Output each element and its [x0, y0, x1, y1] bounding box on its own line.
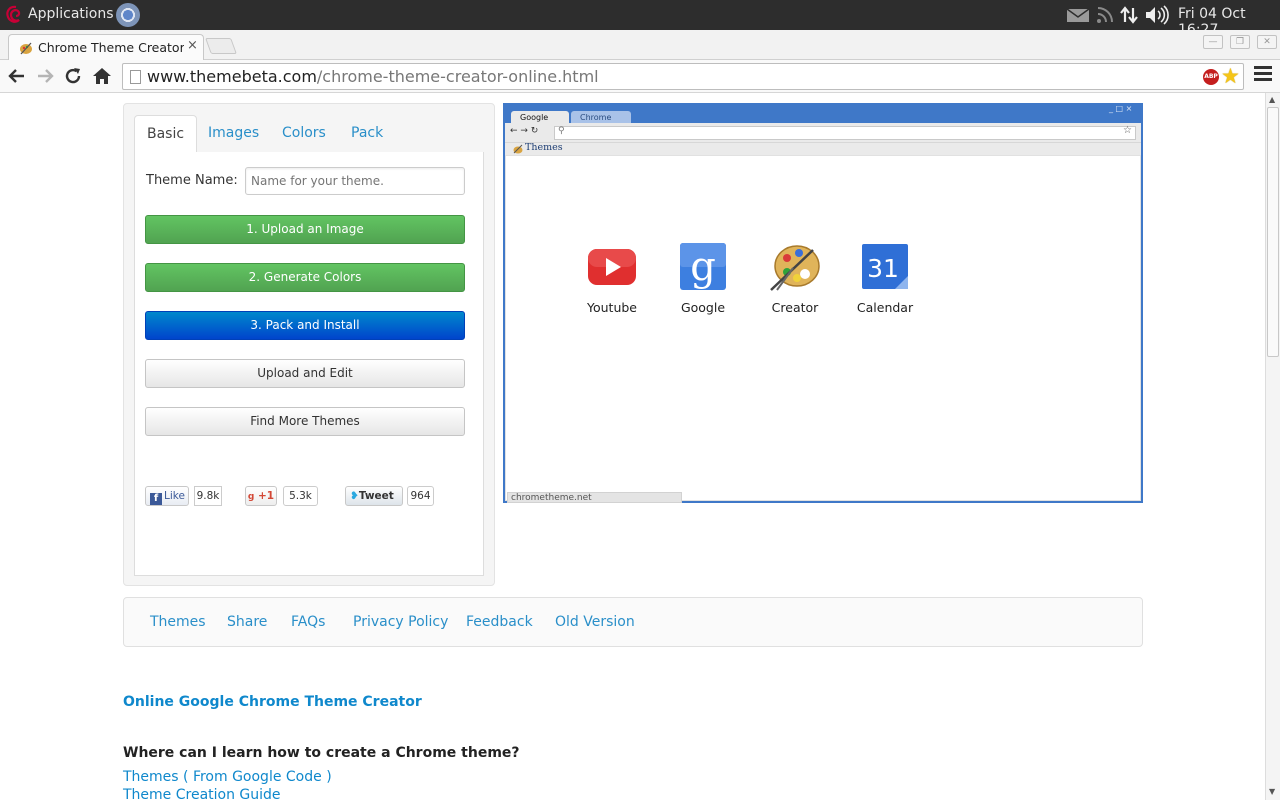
address-bar[interactable]: www.themebeta.com/chrome-theme-creator-o…	[122, 63, 1244, 90]
pack-install-button[interactable]: 3. Pack and Install	[145, 311, 465, 340]
new-tab-button[interactable]	[205, 38, 237, 54]
home-icon	[93, 68, 111, 84]
facebook-like-button[interactable]: f Like	[145, 486, 189, 506]
facebook-icon: f	[150, 493, 162, 505]
tab-colors[interactable]: Colors	[282, 115, 326, 153]
volume-icon[interactable]	[1144, 5, 1170, 25]
preview-tabstrip: Google Chrome _ □ ×	[505, 104, 1141, 124]
facebook-like-count: 9.8k	[194, 486, 222, 506]
preview-search-icon: ⚲	[558, 126, 565, 136]
youtube-icon	[588, 249, 636, 285]
footer-link-old-version[interactable]: Old Version	[555, 614, 635, 630]
preview-omnibox: ⚲ ☆	[554, 125, 1136, 140]
forward-button[interactable]	[34, 65, 56, 87]
footer-link-share[interactable]: Share	[227, 614, 267, 630]
footer-link-feedback[interactable]: Feedback	[466, 614, 533, 630]
svg-text:31: 31	[867, 254, 899, 283]
twitter-bird-icon: ❥	[350, 490, 359, 502]
home-button[interactable]	[91, 65, 113, 87]
paint-palette-icon	[770, 245, 820, 291]
arrow-right-icon	[38, 69, 54, 83]
footer-link-faqs[interactable]: FAQs	[291, 614, 325, 630]
scroll-up-arrow-icon[interactable]: ▲	[1269, 95, 1275, 104]
reload-icon	[65, 68, 81, 84]
close-window-button[interactable]: ✕	[1257, 35, 1277, 49]
app-youtube: Youtube	[572, 242, 652, 315]
vertical-scrollbar[interactable]: ▲ ▼	[1265, 93, 1280, 800]
system-panel: Applications Fri 04 Oct 16:27	[0, 0, 1280, 38]
app-creator: Creator	[755, 242, 835, 315]
svg-text:g: g	[690, 244, 716, 290]
paint-palette-favicon-icon	[20, 42, 32, 55]
link-theme-creation-guide[interactable]: Theme Creation Guide	[123, 787, 281, 803]
google-plus-icon: g	[247, 492, 255, 502]
tweet-button[interactable]: ❥Tweet	[345, 486, 403, 506]
app-google: g Google	[663, 242, 743, 315]
faq-question: Where can I learn how to create a Chrome…	[123, 745, 520, 761]
article-title[interactable]: Online Google Chrome Theme Creator	[123, 694, 422, 710]
tab-basic[interactable]: Basic	[134, 115, 198, 153]
preview-window-controls: _ □ ×	[1109, 104, 1133, 113]
google-plusone-button[interactable]: g +1	[245, 486, 277, 506]
footer-link-privacy-policy[interactable]: Privacy Policy	[353, 614, 448, 630]
tweet-count: 964	[407, 486, 434, 506]
preview-star-icon: ☆	[1123, 125, 1132, 136]
upload-image-button[interactable]: 1. Upload an Image	[145, 215, 465, 244]
close-tab-icon[interactable]: ×	[187, 38, 198, 53]
page-icon	[130, 70, 141, 84]
adblock-plus-icon[interactable]: ABP	[1203, 69, 1219, 85]
theme-name-input[interactable]	[245, 167, 465, 195]
footer-link-themes[interactable]: Themes	[150, 614, 206, 630]
editor-tabs: Basic Images Colors Pack	[134, 115, 484, 153]
minimize-window-button[interactable]: —	[1203, 35, 1223, 49]
google-icon: g	[680, 243, 726, 290]
chromium-launcher-icon[interactable]	[116, 3, 140, 27]
rss-feed-icon[interactable]	[1096, 5, 1114, 25]
preview-status-bar: chrometheme.net	[507, 492, 682, 503]
url-text[interactable]: www.themebeta.com/chrome-theme-creator-o…	[147, 67, 599, 86]
browser-tabstrip: Chrome Theme Creator × — ❐ ✕	[0, 30, 1280, 60]
debian-logo-icon[interactable]	[4, 4, 24, 26]
preview-bookmark-bar: Themes	[505, 142, 1141, 155]
applications-menu[interactable]: Applications	[28, 6, 114, 22]
preview-nav-icons: ← → ↻	[510, 126, 539, 136]
theme-preview: Google Chrome _ □ × ← → ↻ ⚲ ☆ Themes You…	[503, 103, 1143, 503]
network-transfer-icon[interactable]	[1120, 5, 1138, 25]
google-plusone-count: 5.3k	[283, 486, 318, 506]
maximize-window-button[interactable]: ❐	[1230, 35, 1250, 49]
tab-chrome-theme-creator[interactable]: Chrome Theme Creator ×	[8, 34, 204, 60]
theme-name-label: Theme Name:	[146, 173, 238, 188]
basic-tab-pane: Theme Name: 1. Upload an Image 2. Genera…	[134, 152, 484, 576]
tab-images[interactable]: Images	[208, 115, 259, 153]
preview-bookmark-favicon-icon	[513, 144, 523, 154]
arrow-left-icon	[8, 69, 24, 83]
footer-nav: Themes Share FAQs Privacy Policy Feedbac…	[123, 597, 1143, 647]
chrome-menu-button[interactable]	[1254, 66, 1272, 84]
calendar-icon: 31	[862, 244, 908, 289]
upload-edit-button[interactable]: Upload and Edit	[145, 359, 465, 388]
tab-title: Chrome Theme Creator	[38, 40, 184, 55]
scrollbar-thumb[interactable]	[1267, 107, 1279, 357]
theme-editor-panel: Basic Images Colors Pack Theme Name: 1. …	[123, 103, 495, 586]
preview-new-tab-page: Youtube g Google Creator 31 Calendar chr…	[505, 155, 1141, 503]
tab-pack[interactable]: Pack	[351, 115, 383, 153]
bookmark-star-icon[interactable]: ★	[1221, 64, 1240, 88]
scroll-down-arrow-icon[interactable]: ▼	[1269, 787, 1275, 796]
mail-icon[interactable]	[1066, 5, 1090, 25]
app-calendar: 31 Calendar	[845, 242, 925, 315]
link-themes-google-code[interactable]: Themes ( From Google Code )	[123, 769, 332, 785]
reload-button[interactable]	[62, 65, 84, 87]
preview-toolbar: ← → ↻ ⚲ ☆	[505, 123, 1141, 143]
browser-toolbar: www.themebeta.com/chrome-theme-creator-o…	[0, 60, 1280, 93]
preview-bookmark-themes: Themes	[525, 142, 563, 153]
back-button[interactable]	[6, 65, 28, 87]
find-more-themes-button[interactable]: Find More Themes	[145, 407, 465, 436]
generate-colors-button[interactable]: 2. Generate Colors	[145, 263, 465, 292]
